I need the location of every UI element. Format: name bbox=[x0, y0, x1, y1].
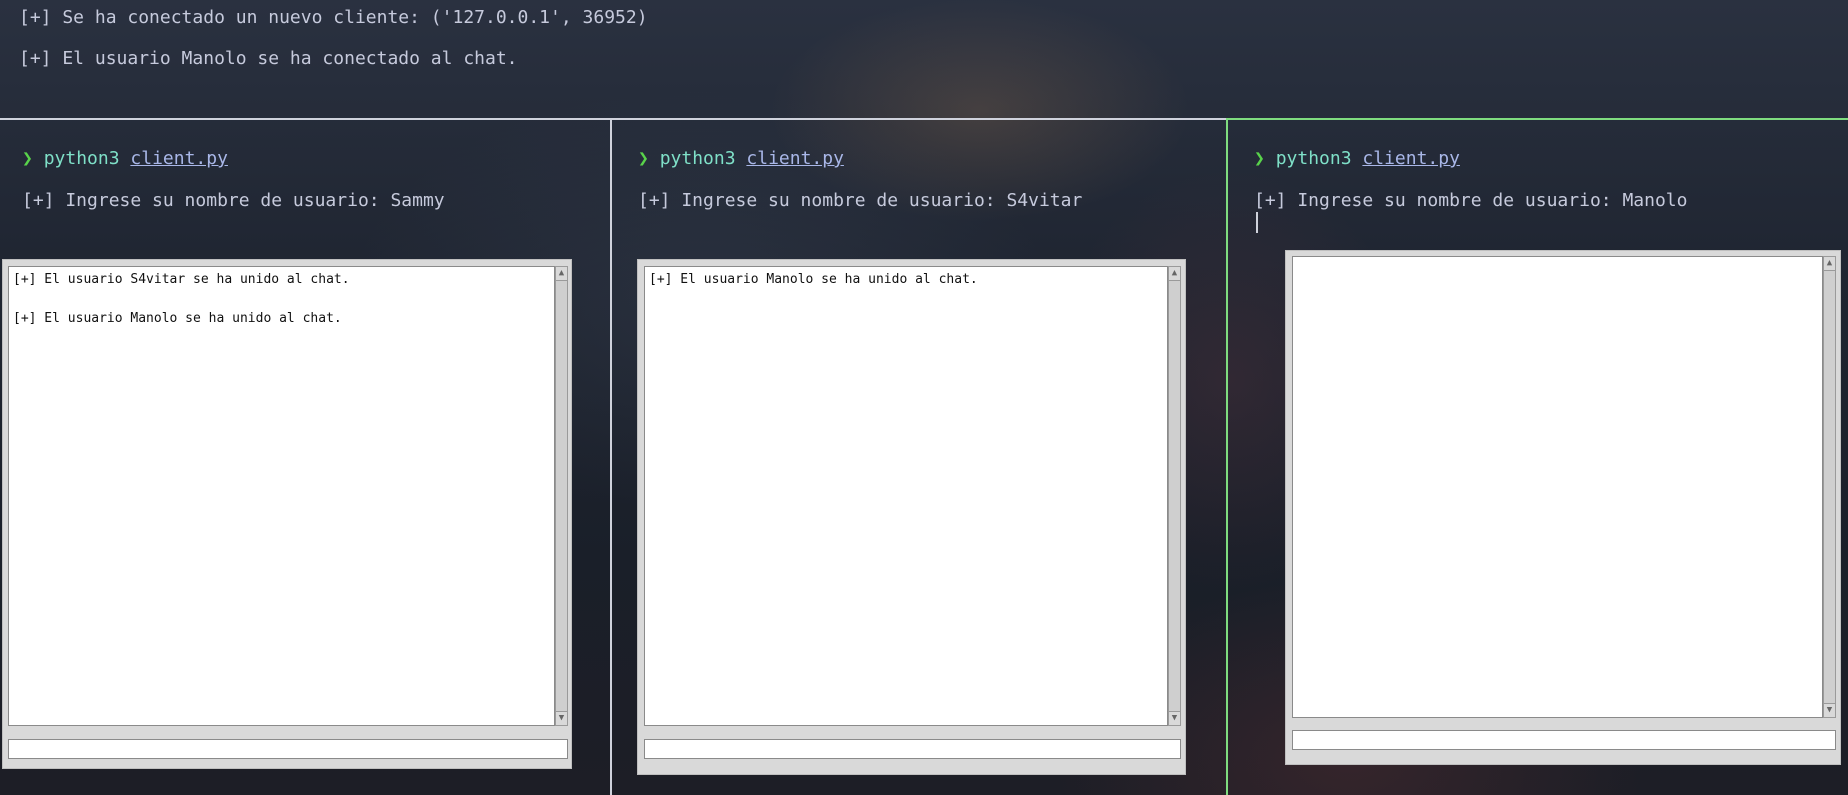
scroll-up-icon[interactable]: ▲ bbox=[1824, 257, 1835, 271]
chat-text-area[interactable]: [+] El usuario Manolo se ha unido al cha… bbox=[644, 266, 1168, 726]
message-input[interactable] bbox=[1292, 730, 1836, 750]
chat-message: [+] El usuario S4vitar se ha unido al ch… bbox=[13, 272, 350, 287]
prompt-arrow-icon: ❯ bbox=[22, 148, 33, 169]
active-pane-border bbox=[1226, 118, 1848, 120]
shell-prompt: ❯ python3 client.py bbox=[1254, 148, 1460, 170]
chat-message: [+] El usuario Manolo se ha unido al cha… bbox=[649, 272, 978, 287]
username-prompt: [+] Ingrese su nombre de usuario: S4vita… bbox=[638, 190, 1083, 211]
prompt-arrow-icon: ❯ bbox=[638, 148, 649, 169]
file-link[interactable]: client.py bbox=[1362, 148, 1460, 169]
command: python3 bbox=[43, 148, 120, 169]
file-link[interactable]: client.py bbox=[746, 148, 844, 169]
message-input[interactable] bbox=[8, 739, 568, 759]
shell-prompt: ❯ python3 client.py bbox=[22, 148, 228, 170]
terminal-cursor bbox=[1256, 212, 1258, 233]
scrollbar[interactable]: ▲ ▼ bbox=[1168, 266, 1181, 726]
pane-divider-vertical[interactable] bbox=[610, 119, 612, 795]
server-log-line: [+] El usuario Manolo se ha conectado al… bbox=[19, 48, 518, 69]
scroll-up-icon[interactable]: ▲ bbox=[1169, 267, 1180, 281]
username-prompt: [+] Ingrese su nombre de usuario: Sammy bbox=[22, 190, 445, 211]
active-pane-border-vertical[interactable] bbox=[1226, 119, 1228, 795]
scroll-down-icon[interactable]: ▼ bbox=[1824, 703, 1835, 717]
scrollbar[interactable]: ▲ ▼ bbox=[555, 266, 568, 726]
message-input[interactable] bbox=[644, 739, 1181, 759]
prompt-arrow-icon: ❯ bbox=[1254, 148, 1265, 169]
pane-divider-horizontal bbox=[0, 118, 1226, 120]
command: python3 bbox=[1275, 148, 1352, 169]
chat-client-window: ▲ ▼ bbox=[1285, 250, 1841, 765]
file-link[interactable]: client.py bbox=[130, 148, 228, 169]
server-log-line: [+] Se ha conectado un nuevo cliente: ('… bbox=[19, 7, 648, 28]
chat-message: [+] El usuario Manolo se ha unido al cha… bbox=[13, 311, 342, 326]
scrollbar[interactable]: ▲ ▼ bbox=[1823, 256, 1836, 718]
username-prompt: [+] Ingrese su nombre de usuario: Manolo bbox=[1254, 190, 1688, 211]
shell-prompt: ❯ python3 client.py bbox=[638, 148, 844, 170]
command: python3 bbox=[659, 148, 736, 169]
scroll-down-icon[interactable]: ▼ bbox=[556, 711, 567, 725]
scroll-up-icon[interactable]: ▲ bbox=[556, 267, 567, 281]
chat-text-area[interactable] bbox=[1292, 256, 1823, 718]
chat-client-window: [+] El usuario Manolo se ha unido al cha… bbox=[637, 259, 1186, 775]
chat-client-window: [+] El usuario S4vitar se ha unido al ch… bbox=[2, 259, 572, 769]
chat-text-area[interactable]: [+] El usuario S4vitar se ha unido al ch… bbox=[8, 266, 555, 726]
scroll-down-icon[interactable]: ▼ bbox=[1169, 711, 1180, 725]
